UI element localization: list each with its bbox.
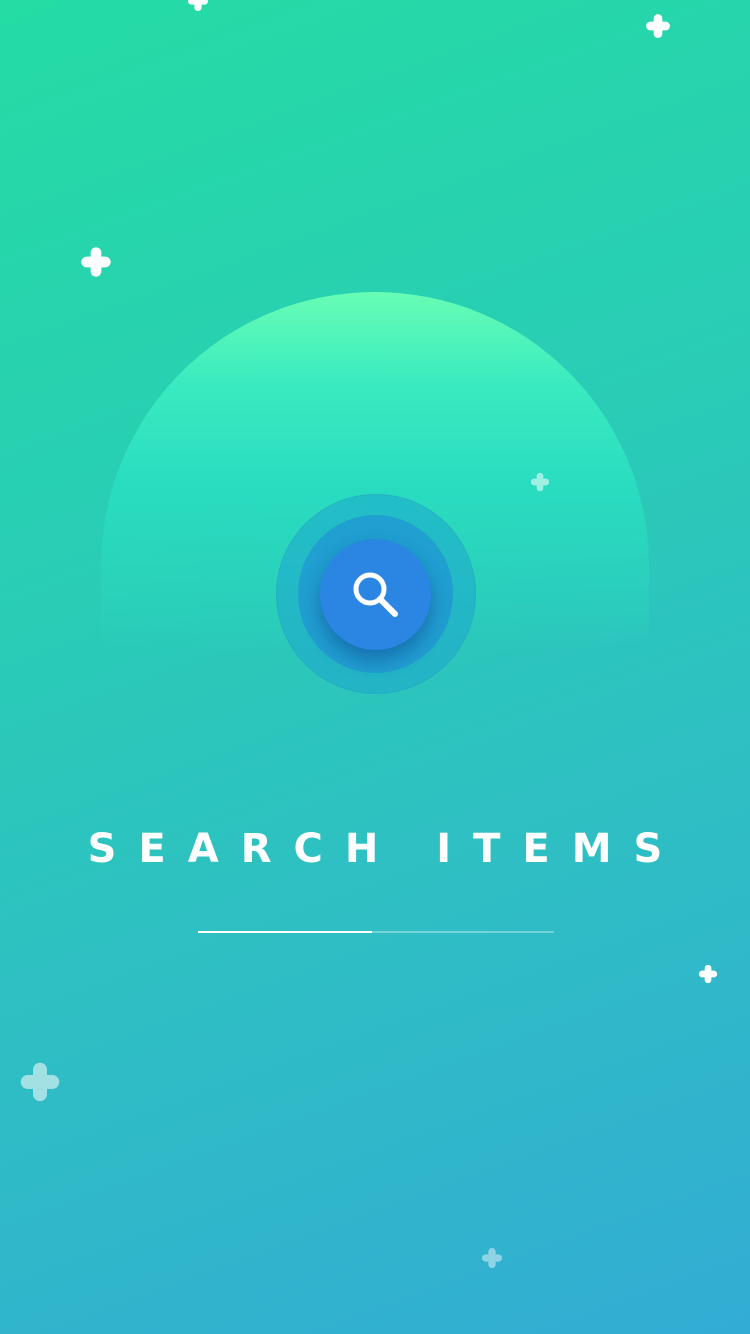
sparkle-icon: [80, 246, 112, 278]
screen-title: SEARCH ITEMS: [87, 826, 685, 872]
loading-progress-fill: [198, 931, 373, 933]
sparkle-icon: [481, 1247, 503, 1269]
loading-progress-bar: [198, 931, 554, 933]
sparkle-icon: [530, 472, 550, 492]
splash-screen: SEARCH ITEMS: [0, 0, 750, 1334]
search-button[interactable]: [320, 539, 431, 650]
search-icon: [348, 567, 404, 623]
sparkle-icon: [186, 0, 210, 12]
sparkle-icon: [698, 964, 718, 984]
sparkle-icon: [19, 1061, 61, 1103]
sparkle-icon: [645, 13, 671, 39]
